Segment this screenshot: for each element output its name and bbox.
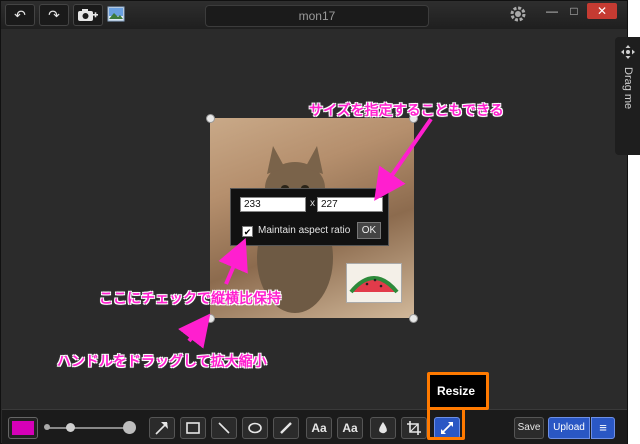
crop-icon bbox=[407, 421, 421, 435]
rectangle-icon bbox=[186, 422, 200, 434]
text-tool[interactable]: Aa bbox=[306, 417, 332, 439]
resize-tooltip-label: Resize bbox=[437, 384, 476, 398]
pen-tool[interactable] bbox=[273, 417, 299, 439]
rectangle-tool[interactable] bbox=[180, 417, 206, 439]
slider-knob[interactable] bbox=[66, 423, 75, 432]
blur-tool[interactable] bbox=[370, 417, 396, 439]
resize-tooltip: Resize bbox=[427, 372, 489, 410]
arrow-tool[interactable] bbox=[149, 417, 175, 439]
annotation-arrows bbox=[178, 117, 433, 349]
slider-max-dot bbox=[123, 421, 136, 434]
crop-tool[interactable] bbox=[401, 417, 427, 439]
app-window: ↶ ↷ mon17 — □ ✕ 233 x 227 ✔ Maintain asp… bbox=[0, 0, 640, 444]
color-picker[interactable] bbox=[8, 417, 38, 439]
droplet-icon bbox=[379, 422, 387, 434]
save-button[interactable]: Save bbox=[514, 417, 544, 439]
slider-min-dot bbox=[44, 424, 50, 430]
text-outline-tool[interactable]: Aa bbox=[337, 417, 363, 439]
pen-icon bbox=[280, 422, 292, 434]
brush-size-slider[interactable] bbox=[48, 427, 128, 429]
ellipse-icon bbox=[248, 422, 262, 434]
size-note-arrow bbox=[374, 117, 433, 201]
ellipse-tool[interactable] bbox=[242, 417, 268, 439]
line-icon bbox=[218, 422, 230, 434]
arrow-icon bbox=[155, 422, 168, 435]
line-tool[interactable] bbox=[211, 417, 237, 439]
handle-note-arrow bbox=[178, 313, 211, 349]
menu-button[interactable]: ≡ bbox=[591, 417, 615, 439]
move-icon bbox=[621, 45, 635, 59]
checkbox-annotation: ここにチェックで縦横比保持 bbox=[99, 290, 281, 306]
drag-tab[interactable]: Drag me bbox=[615, 37, 640, 155]
checkbox-note-arrow bbox=[218, 237, 248, 285]
color-swatch-fill bbox=[12, 421, 34, 435]
bottom-toolbar: Aa Aa Save Upload ≡ bbox=[2, 409, 627, 444]
size-annotation: サイズを指定することもできる bbox=[309, 102, 504, 118]
upload-button[interactable]: Upload bbox=[548, 417, 590, 439]
drag-label: Drag me bbox=[622, 67, 634, 110]
handle-annotation: ハンドルをドラッグして拡大縮小 bbox=[57, 353, 267, 369]
hamburger-icon: ≡ bbox=[599, 420, 607, 435]
